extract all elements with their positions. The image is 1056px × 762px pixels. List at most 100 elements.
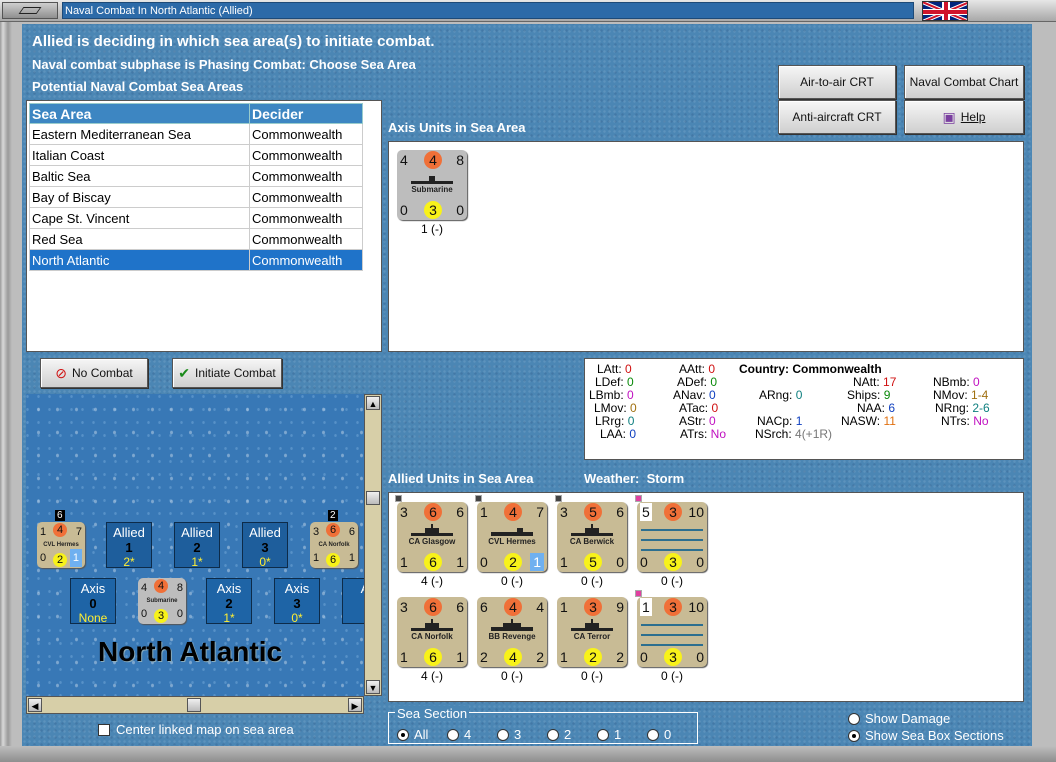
- no-entry-icon: ⊘: [55, 364, 68, 381]
- stat-arng: ARng: 0: [759, 388, 803, 402]
- center-linked-map-checkbox[interactable]: Center linked map on sea area: [98, 722, 294, 737]
- decider-cell: Commonwealth: [249, 186, 363, 208]
- unit-counter-ca-norfolk[interactable]: 366 CA Norfolk 161: [397, 597, 467, 667]
- unit-counter-cvl-hermes[interactable]: 147 CVL Hermes 021: [475, 495, 547, 572]
- sea-section-radio-3[interactable]: 3: [497, 727, 521, 742]
- sea-area-cell: North Atlantic: [29, 249, 250, 271]
- stat-lbmb: LBmb: 0: [589, 388, 634, 402]
- sea-box-axis-4[interactable]: A: [342, 578, 364, 624]
- checkmark-icon: ✔: [178, 364, 190, 381]
- stat-ldef: LDef: 0: [595, 375, 634, 389]
- unit-caption: 4 (-): [421, 669, 443, 683]
- help-label: Help: [960, 110, 986, 124]
- stat-lmov: LMov: 0: [594, 401, 637, 415]
- initiate-combat-button[interactable]: ✔ Initiate Combat: [172, 358, 282, 388]
- cruiser-icon: [571, 619, 613, 631]
- unit-counter-submarine[interactable]: 4 4 8 Submarine 0 3 0: [397, 150, 467, 220]
- stat-atrs: ATrs: No: [680, 427, 727, 441]
- unit-counter-ca-berwick[interactable]: 356 CA Berwick 150: [555, 495, 627, 572]
- map-horizontal-scrollbar[interactable]: ◀ ▶: [26, 696, 364, 714]
- sea-section-radio-2[interactable]: 2: [547, 727, 571, 742]
- table-row-selected[interactable]: North Atlantic Commonwealth: [29, 249, 363, 271]
- map-counter-ca-norfolk[interactable]: 2 366 CA Norfolk 161: [310, 510, 358, 568]
- table-row[interactable]: Italian Coast Commonwealth: [29, 144, 363, 166]
- sea-area-cell: Italian Coast: [29, 144, 250, 166]
- axis-units-label: Axis Units in Sea Area: [388, 120, 526, 135]
- scroll-down-icon[interactable]: ▼: [366, 680, 380, 694]
- weather-label: Weather: Storm: [584, 471, 685, 486]
- stat-nsrch: NSrch: 4(+1R): [755, 427, 833, 441]
- stat-country: Country: Commonwealth: [739, 362, 882, 376]
- table-row[interactable]: Cape St. Vincent Commonwealth: [29, 207, 363, 229]
- sea-section-radio-4[interactable]: 4: [447, 727, 471, 742]
- stat-adef: ADef: 0: [677, 375, 718, 389]
- sea-box-allied-2[interactable]: Allied 2 1*: [174, 522, 220, 569]
- col-decider[interactable]: Decider: [249, 103, 363, 124]
- submarine-icon: [411, 172, 453, 184]
- map-counter-cvl-hermes[interactable]: 6 147 CVL Hermes 021: [37, 510, 85, 568]
- scroll-right-icon[interactable]: ▶: [348, 698, 362, 712]
- sea-box-axis-0[interactable]: Axis 0 None: [70, 578, 116, 625]
- scroll-thumb[interactable]: [366, 491, 380, 505]
- table-row[interactable]: Eastern Mediterranean Sea Commonwealth: [29, 123, 363, 145]
- stat-atac: ATac: 0: [679, 401, 719, 415]
- unit-caption: 0 (-): [501, 669, 523, 683]
- unit-counter-ca-terror[interactable]: 139 CA Terror 122: [557, 597, 627, 667]
- map-title: North Atlantic: [98, 636, 283, 667]
- stat-aatt: AAtt: 0: [679, 362, 716, 376]
- stat-latt: LAtt: 0: [597, 362, 632, 376]
- cruiser-icon: [411, 524, 453, 536]
- carrier-icon: [491, 524, 533, 536]
- checkbox-label: Center linked map on sea area: [116, 722, 294, 737]
- naval-combat-chart-button[interactable]: Naval Combat Chart: [904, 65, 1024, 99]
- table-row[interactable]: Bay of Biscay Commonwealth: [29, 186, 363, 208]
- stat-naa: NAA: 6: [857, 401, 896, 415]
- unit-caption: 1 (-): [421, 222, 443, 236]
- sea-section-label: Sea Section: [395, 706, 470, 721]
- sea-box-allied-1[interactable]: Allied 1 2*: [106, 522, 152, 569]
- table-row[interactable]: Red Sea Commonwealth: [29, 228, 363, 250]
- sea-box-allied-3[interactable]: Allied 3 0*: [242, 522, 288, 569]
- sea-section-group: Sea Section All 4 3 2 1 0: [388, 706, 698, 744]
- title-bar: Naval Combat In North Atlantic (Allied): [0, 0, 1056, 22]
- sea-area-cell: Bay of Biscay: [29, 186, 250, 208]
- sea-section-radio-all[interactable]: All: [397, 727, 428, 742]
- anti-aircraft-crt-button[interactable]: Anti-aircraft CRT: [778, 100, 896, 134]
- unit-counter-convoy[interactable]: 5 3 10 030: [635, 495, 707, 572]
- no-combat-button[interactable]: ⊘ No Combat: [40, 358, 148, 388]
- col-sea-area[interactable]: Sea Area: [29, 103, 250, 124]
- table-row[interactable]: Baltic Sea Commonwealth: [29, 165, 363, 187]
- unit-counter-ca-glasgow[interactable]: 366 CA Glasgow 161: [395, 495, 467, 572]
- air-to-air-crt-button[interactable]: Air-to-air CRT: [778, 65, 896, 99]
- sea-section-radio-0[interactable]: 0: [647, 727, 671, 742]
- status-bar: [0, 746, 1056, 762]
- sea-section-radio-1[interactable]: 1: [597, 727, 621, 742]
- cruiser-icon: [571, 524, 613, 536]
- show-sea-box-sections-radio[interactable]: Show Sea Box Sections: [848, 728, 1004, 743]
- scroll-up-icon[interactable]: ▲: [366, 396, 380, 410]
- scroll-thumb[interactable]: [187, 698, 201, 712]
- sea-box-axis-3[interactable]: Axis 3 0*: [274, 578, 320, 625]
- stat-nbmb: NBmb: 0: [933, 375, 980, 389]
- stat-laa: LAA: 0: [600, 427, 637, 441]
- unit-counter-convoy[interactable]: 1 3 10 030: [635, 590, 707, 667]
- help-button[interactable]: ▣ Help: [904, 100, 1024, 134]
- map-vertical-scrollbar[interactable]: ▲ ▼: [364, 394, 382, 696]
- unit-counter-bb-revenge[interactable]: 644 BB Revenge 242: [477, 597, 547, 667]
- stat-nmov: NMov: 1-4: [933, 388, 989, 402]
- allied-units-label: Allied Units in Sea Area: [388, 471, 534, 486]
- sea-area-map[interactable]: 6 147 CVL Hermes 021 Allied 1 2* Allied 2 1*…: [26, 394, 364, 696]
- cruiser-icon: [411, 619, 453, 631]
- sea-area-cell: Baltic Sea: [29, 165, 250, 187]
- unit-caption: 0 (-): [501, 574, 523, 588]
- sea-box-axis-2[interactable]: Axis 2 1*: [206, 578, 252, 625]
- window-menu-button[interactable]: [2, 2, 58, 19]
- checkbox-box[interactable]: [98, 723, 110, 736]
- sea-area-cell: Red Sea: [29, 228, 250, 250]
- show-damage-radio[interactable]: Show Damage: [848, 711, 950, 726]
- scroll-left-icon[interactable]: ◀: [28, 698, 42, 712]
- unit-stats-panel: LAtt: 0 LDef: 0 LBmb: 0 LMov: 0 LRrg: 0 …: [584, 358, 1024, 460]
- stat-natt: NAtt: 17: [853, 375, 897, 389]
- map-counter-submarine[interactable]: 448 Submarine 030: [138, 578, 186, 624]
- stat-ntrs: NTrs: No: [941, 414, 989, 428]
